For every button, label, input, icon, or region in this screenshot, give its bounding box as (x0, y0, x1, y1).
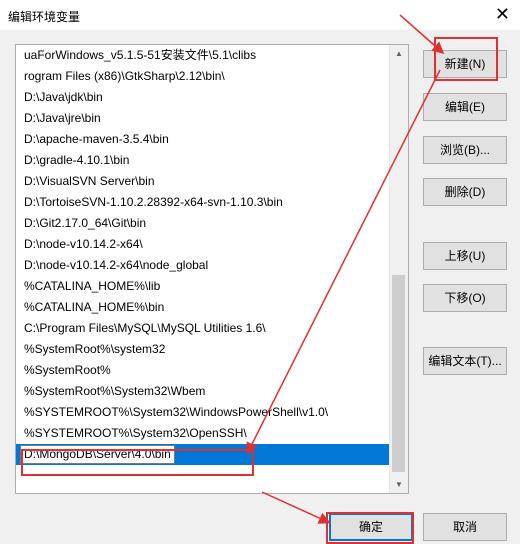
arrow-to-ok-icon (261, 491, 331, 524)
arrow-to-new-icon (399, 14, 445, 54)
arrow-to-edit-field-icon (246, 69, 441, 455)
annotation-arrows (246, 14, 445, 524)
